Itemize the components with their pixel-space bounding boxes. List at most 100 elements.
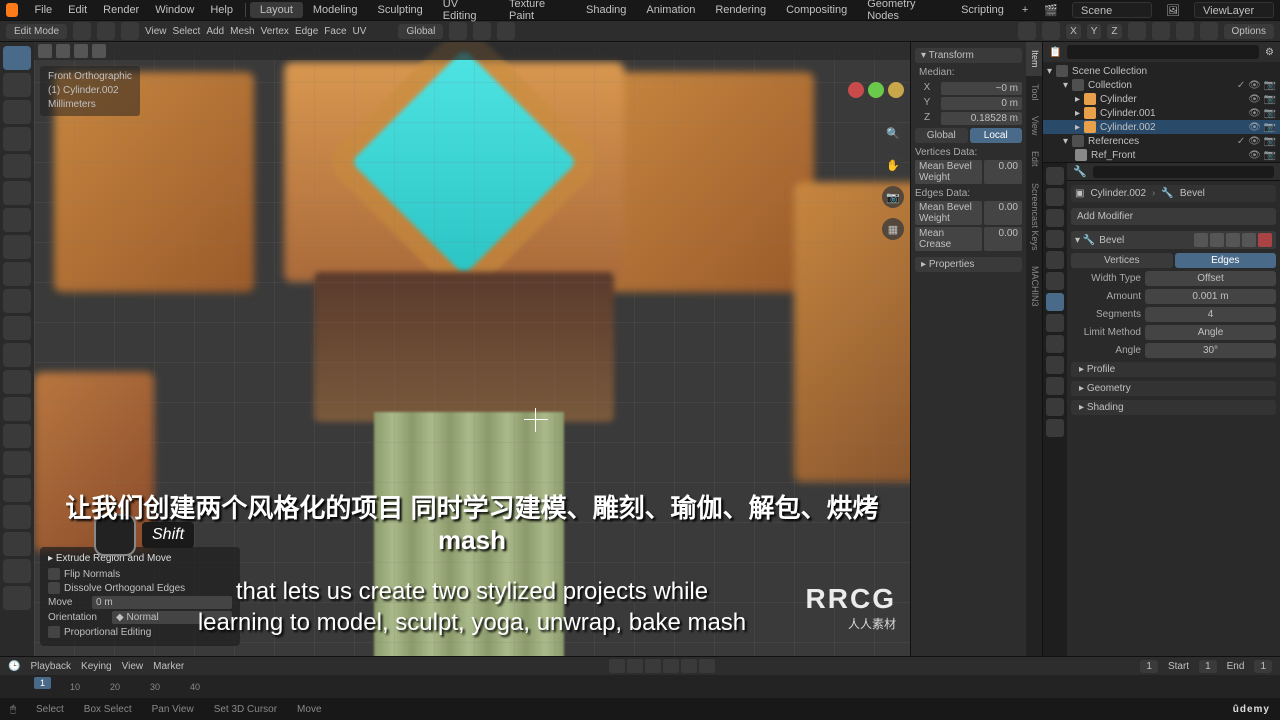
properties-header[interactable]: ▸ Properties <box>915 257 1022 272</box>
transform-header[interactable]: ▾ Transform <box>915 48 1022 63</box>
tool-shrink-icon[interactable] <box>3 532 31 556</box>
viewlayer-name-field[interactable]: ViewLayer <box>1194 2 1274 18</box>
ptab-constraint-icon[interactable] <box>1046 356 1064 374</box>
collection-toggles[interactable]: ✓ 👁 📷 <box>1237 80 1276 91</box>
ptab-mesh-icon[interactable] <box>1046 377 1064 395</box>
face-menu[interactable]: Face <box>324 26 346 37</box>
zoom-icon[interactable]: 🔍 <box>882 122 904 144</box>
references-row[interactable]: ▾References✓ 👁 📷 <box>1043 134 1280 148</box>
n-tab-view[interactable]: View <box>1026 108 1042 143</box>
profile-expand[interactable]: ▸ Profile <box>1071 362 1276 377</box>
workspace-texpaint[interactable]: Texture Paint <box>499 0 576 24</box>
outliner-editor-icon[interactable]: 📋 <box>1049 47 1061 58</box>
mod-edit-visible-icon[interactable] <box>1194 233 1208 247</box>
camera-icon[interactable]: 📷 <box>882 186 904 208</box>
menu-window[interactable]: Window <box>147 4 202 16</box>
axis-z-toggle[interactable]: Z <box>1107 24 1121 39</box>
tool-rotate-icon[interactable] <box>3 127 31 151</box>
edge-menu[interactable]: Edge <box>295 26 318 37</box>
uv-menu[interactable]: UV <box>353 26 367 37</box>
properties-search-input[interactable] <box>1093 166 1274 178</box>
breadcrumb-modifier[interactable]: Bevel <box>1180 188 1205 199</box>
shading-expand[interactable]: ▸ Shading <box>1071 400 1276 415</box>
tool-spin-icon[interactable] <box>3 451 31 475</box>
workspace-shading[interactable]: Shading <box>576 2 636 18</box>
tool-measure-icon[interactable] <box>3 235 31 259</box>
ptab-output-icon[interactable] <box>1046 188 1064 206</box>
cylinder002-row[interactable]: ▸Cylinder.002👁 📷 <box>1043 120 1280 134</box>
bevel-weight-field[interactable]: 0.00 <box>984 160 1022 184</box>
ptab-material-icon[interactable] <box>1046 398 1064 416</box>
play-icon[interactable] <box>663 659 679 673</box>
ptab-modifier-icon[interactable] <box>1046 293 1064 311</box>
properties-editor-icon[interactable]: 🔧 <box>1073 165 1087 178</box>
pan-icon[interactable]: ✋ <box>882 154 904 176</box>
limit-method-dropdown[interactable]: Angle <box>1145 325 1276 340</box>
axis-y-dot-icon[interactable] <box>868 82 884 98</box>
ptab-physics-icon[interactable] <box>1046 335 1064 353</box>
ptab-texture-icon[interactable] <box>1046 419 1064 437</box>
tool-rip-icon[interactable] <box>3 586 31 610</box>
axis-x-toggle[interactable]: X <box>1066 24 1081 39</box>
ref-front-row[interactable]: Ref_Front👁 📷 <box>1043 148 1280 162</box>
vp-icon-3[interactable] <box>92 44 106 58</box>
outliner-filter-icon[interactable]: ⚙ <box>1265 47 1274 58</box>
jump-start-icon[interactable] <box>609 659 625 673</box>
tool-addcube-icon[interactable] <box>3 262 31 286</box>
local-button[interactable]: Local <box>970 128 1023 143</box>
workspace-rendering[interactable]: Rendering <box>705 2 776 18</box>
tl-keying-menu[interactable]: Keying <box>81 661 112 672</box>
bevel-modifier-name[interactable]: Bevel <box>1099 235 1124 246</box>
segments-field[interactable]: 4 <box>1145 307 1276 322</box>
workspace-scripting[interactable]: Scripting <box>951 2 1014 18</box>
mode-dropdown[interactable]: Edit Mode <box>6 24 67 39</box>
select-mode-edge-icon[interactable] <box>97 22 115 40</box>
shading-solid-icon[interactable] <box>1152 22 1170 40</box>
edge-bevel-field[interactable]: 0.00 <box>984 201 1022 225</box>
ptab-object-icon[interactable] <box>1046 272 1064 290</box>
angle-field[interactable]: 30° <box>1145 343 1276 358</box>
3d-viewport[interactable]: Front Orthographic (1) Cylinder.002 Mill… <box>34 42 910 656</box>
workspace-uv[interactable]: UV Editing <box>433 0 499 24</box>
workspace-animation[interactable]: Animation <box>636 2 705 18</box>
tl-marker-menu[interactable]: Marker <box>153 661 184 672</box>
start-frame-field[interactable]: 1 <box>1199 660 1217 673</box>
view-menu[interactable]: View <box>145 26 167 37</box>
n-tab-machin3[interactable]: MACHIN3 <box>1026 258 1042 315</box>
tool-move-icon[interactable] <box>3 100 31 124</box>
ptab-render-icon[interactable] <box>1046 167 1064 185</box>
select-menu[interactable]: Select <box>173 26 201 37</box>
breadcrumb-object[interactable]: Cylinder.002 <box>1090 188 1146 199</box>
menu-edit[interactable]: Edit <box>60 4 95 16</box>
editor-type-icon[interactable] <box>38 44 52 58</box>
pivot-icon[interactable] <box>449 22 467 40</box>
tool-shear-icon[interactable] <box>3 559 31 583</box>
scene-collection-row[interactable]: ▾Scene Collection <box>1043 64 1280 78</box>
snap-icon[interactable] <box>473 22 491 40</box>
shading-matprev-icon[interactable] <box>1176 22 1194 40</box>
proportional-icon[interactable] <box>497 22 515 40</box>
workspace-layout[interactable]: Layout <box>250 2 303 18</box>
options-dropdown[interactable]: Options <box>1224 24 1274 39</box>
overlays-toggle-icon[interactable] <box>1042 22 1060 40</box>
mesh-menu[interactable]: Mesh <box>230 26 254 37</box>
crease-field[interactable]: 0.00 <box>984 227 1022 251</box>
timeline-ruler[interactable]: 1 10 20 30 40 <box>0 675 1280 699</box>
ptab-world-icon[interactable] <box>1046 251 1064 269</box>
n-tab-screencast[interactable]: Screencast Keys <box>1026 175 1042 259</box>
mod-render-icon[interactable] <box>1226 233 1240 247</box>
workspace-compositing[interactable]: Compositing <box>776 2 857 18</box>
play-rev-icon[interactable] <box>645 659 661 673</box>
shading-wire-icon[interactable] <box>1128 22 1146 40</box>
collection-row[interactable]: ▾Collection✓ 👁 📷 <box>1043 78 1280 92</box>
prev-key-icon[interactable] <box>627 659 643 673</box>
mod-delete-icon[interactable] <box>1258 233 1272 247</box>
tool-edgeslide-icon[interactable] <box>3 505 31 529</box>
z-field[interactable]: 0.18528 m <box>941 112 1022 125</box>
persp-ortho-icon[interactable]: ▦ <box>882 218 904 240</box>
orientation-dropdown[interactable]: Global <box>398 24 443 39</box>
mod-realtime-icon[interactable] <box>1210 233 1224 247</box>
cylinder-row[interactable]: ▸Cylinder👁 📷 <box>1043 92 1280 106</box>
end-frame-field[interactable]: 1 <box>1254 660 1272 673</box>
tl-view-menu[interactable]: View <box>122 661 144 672</box>
